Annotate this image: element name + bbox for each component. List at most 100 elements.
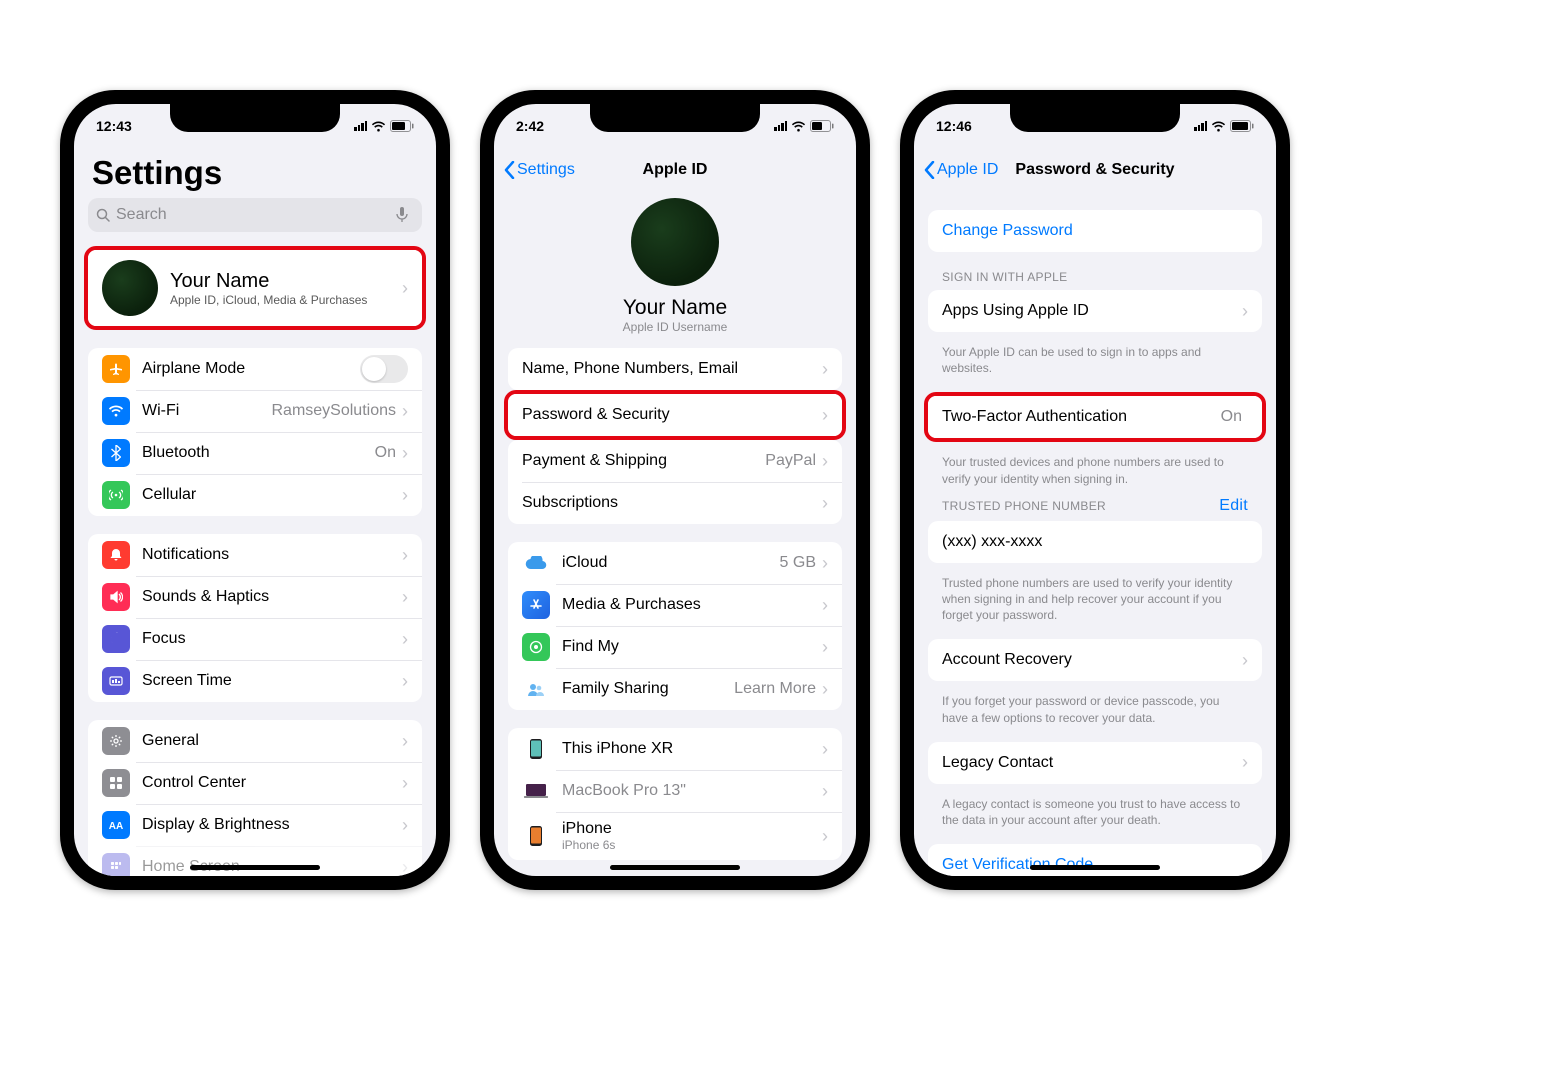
profile-name: Your Name [170,270,402,293]
control-center-row[interactable]: Control Center › [88,762,422,804]
mic-icon[interactable] [396,207,408,223]
status-time: 12:46 [936,118,972,134]
chevron-right-icon: › [402,587,408,608]
home-indicator[interactable] [1030,865,1160,870]
sounds-icon [102,583,130,611]
avatar [102,260,158,316]
profile-header: Your Name Apple ID Username [494,192,856,348]
notch [170,104,340,132]
profile-username: Apple ID Username [494,320,856,334]
legacy-contact-label: Legacy Contact [942,754,1242,772]
chevron-right-icon: › [402,731,408,752]
section-header-trusted: TRUSTED PHONE NUMBER Edit [914,497,1276,521]
payment-shipping-row[interactable]: Payment & Shipping PayPal › [508,440,842,482]
iphone-icon [522,735,550,763]
trusted-footer: Trusted phone numbers are used to verify… [914,569,1276,640]
account-recovery-row[interactable]: Account Recovery › [928,639,1262,681]
bluetooth-value: On [375,444,396,462]
device-label: iPhone [562,820,612,837]
display-row[interactable]: AA Display & Brightness › [88,804,422,846]
avatar[interactable] [631,198,719,286]
get-verification-code-row[interactable]: Get Verification Code [928,844,1262,876]
home-indicator[interactable] [190,865,320,870]
chevron-right-icon: › [822,359,828,380]
recovery-footer: If you forget your password or device pa… [914,687,1276,741]
name-phone-email-row[interactable]: Name, Phone Numbers, Email › [508,348,842,390]
two-factor-value: On [1221,408,1242,426]
chevron-right-icon: › [1242,752,1248,773]
signal-icon [774,121,787,131]
sounds-row[interactable]: Sounds & Haptics › [88,576,422,618]
chevron-right-icon: › [402,671,408,692]
svg-text:AA: AA [109,821,123,832]
icloud-label: iCloud [562,554,780,572]
status-time: 2:42 [516,118,544,134]
password-security-row[interactable]: Password & Security › [508,394,842,436]
icloud-value: 5 GB [780,554,816,572]
general-label: General [142,732,402,750]
device-row[interactable]: iPhone iPhone 6s › [508,812,842,860]
cellular-label: Cellular [142,486,402,504]
device-row[interactable]: This iPhone XR › [508,728,842,770]
airplane-row[interactable]: Airplane Mode [88,348,422,390]
device-sublabel: iPhone 6s [562,838,822,852]
two-factor-row[interactable]: Two-Factor Authentication On [928,396,1262,438]
chevron-right-icon: › [402,278,408,299]
chevron-right-icon: › [402,857,408,877]
apps-using-appleid-row[interactable]: Apps Using Apple ID › [928,290,1262,332]
icloud-icon [522,549,550,577]
profile-row[interactable]: Your Name Apple ID, iCloud, Media & Purc… [88,250,422,326]
findmy-icon [522,633,550,661]
findmy-row[interactable]: Find My › [508,626,842,668]
bluetooth-row[interactable]: Bluetooth On › [88,432,422,474]
icloud-row[interactable]: iCloud 5 GB › [508,542,842,584]
battery-icon [390,120,414,132]
edit-button[interactable]: Edit [1219,497,1248,515]
screentime-row[interactable]: Screen Time › [88,660,422,702]
control-center-label: Control Center [142,774,402,792]
subscriptions-label: Subscriptions [522,494,822,512]
legacy-contact-row[interactable]: Legacy Contact › [928,742,1262,784]
media-purchases-row[interactable]: Media & Purchases › [508,584,842,626]
siwa-footer: Your Apple ID can be used to sign in to … [914,338,1276,392]
control-center-icon [102,769,130,797]
nav-bar: Settings Apple ID [494,148,856,192]
focus-row[interactable]: Focus › [88,618,422,660]
chevron-right-icon: › [822,595,828,616]
cellular-row[interactable]: Cellular › [88,474,422,516]
two-factor-footer: Your trusted devices and phone numbers a… [914,448,1276,502]
media-label: Media & Purchases [562,596,822,614]
airplane-toggle[interactable] [360,355,408,383]
homescreen-row[interactable]: Home Screen › [88,846,422,876]
macbook-icon [522,777,550,805]
findmy-label: Find My [562,638,822,656]
wifi-label: Wi-Fi [142,402,272,420]
apps-using-label: Apps Using Apple ID [942,302,1242,320]
notch [590,104,760,132]
status-time: 12:43 [96,118,132,134]
wifi-icon [1211,121,1226,132]
status-icons [354,120,414,132]
family-sharing-row[interactable]: Family Sharing Learn More › [508,668,842,710]
two-factor-label: Two-Factor Authentication [942,408,1221,426]
phone-number-row[interactable]: (xxx) xxx-xxxx [928,521,1262,563]
highlight-two-factor: Two-Factor Authentication On [924,392,1266,442]
device-label: This iPhone XR [562,740,822,758]
notifications-row[interactable]: Notifications › [88,534,422,576]
search-input[interactable]: Search [88,198,422,232]
chevron-right-icon: › [402,773,408,794]
screentime-label: Screen Time [142,672,402,690]
chevron-right-icon: › [822,781,828,802]
home-indicator[interactable] [610,865,740,870]
battery-icon [1230,120,1254,132]
subscriptions-row[interactable]: Subscriptions › [508,482,842,524]
wifi-row[interactable]: Wi-Fi RamseySolutions › [88,390,422,432]
general-row[interactable]: General › [88,720,422,762]
wifi-icon [371,121,386,132]
chevron-right-icon: › [822,493,828,514]
search-placeholder: Search [116,206,396,224]
device-row[interactable]: MacBook Pro 13" › [508,770,842,812]
family-sharing-icon [522,675,550,703]
change-password-row[interactable]: Change Password [928,210,1262,252]
chevron-right-icon: › [822,679,828,700]
